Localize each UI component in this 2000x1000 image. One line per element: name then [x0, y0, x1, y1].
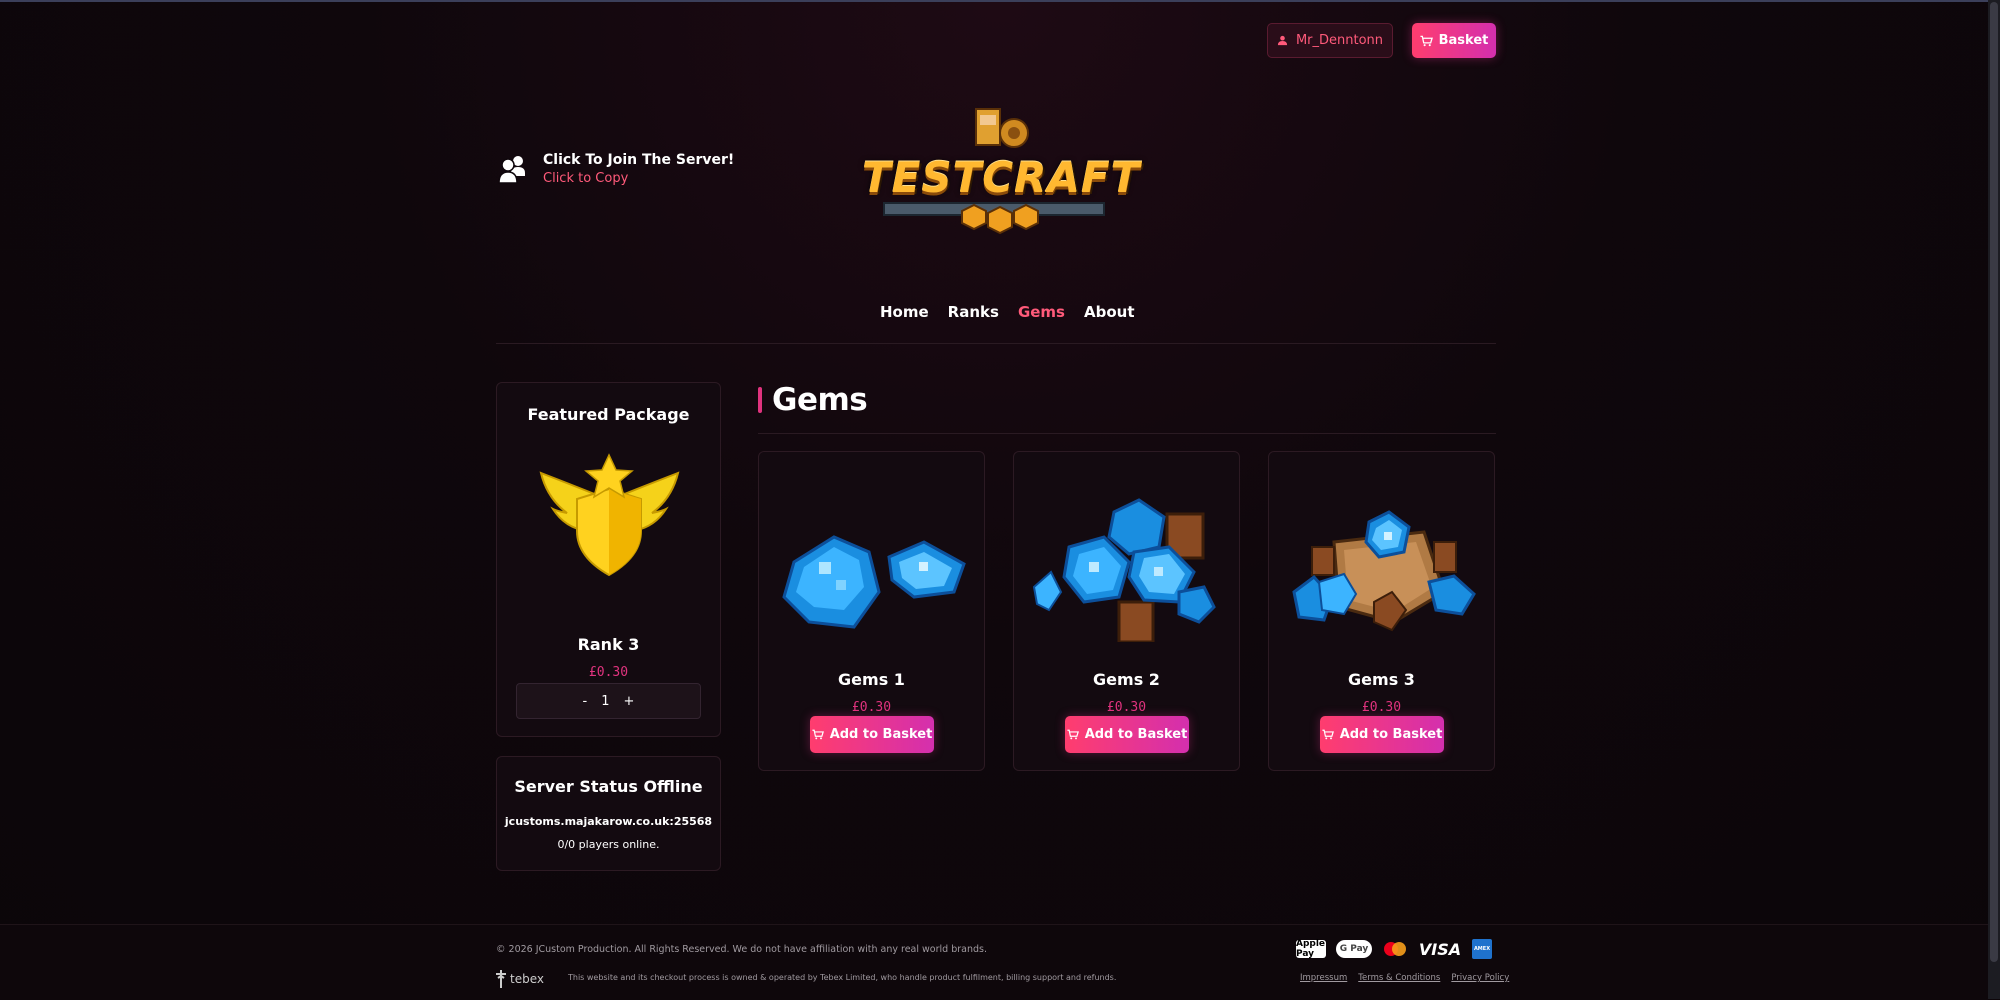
nav-divider: [496, 343, 1496, 344]
product-name: Gems 3: [1348, 670, 1415, 689]
gems-chest-image-icon[interactable]: [1284, 492, 1481, 642]
players-online: 0/0 players online.: [557, 838, 660, 851]
impressum-link[interactable]: Impressum: [1300, 973, 1347, 983]
featured-price: £0.30: [588, 665, 629, 680]
product-price: £0.30: [1361, 700, 1402, 715]
add-to-basket-button[interactable]: Add to Basket: [810, 716, 934, 753]
tebex-icon: [496, 970, 506, 988]
heading-accent-bar: [758, 387, 762, 413]
add-to-basket-button[interactable]: Add to Basket: [1320, 716, 1444, 753]
tebex-logo[interactable]: tebex: [496, 970, 544, 988]
featured-name: Rank 3: [577, 635, 640, 654]
product-card: Gems 2 £0.30 Add to Basket: [1013, 451, 1240, 771]
basket-button[interactable]: Basket: [1412, 23, 1496, 58]
featured-heading: Featured Package: [527, 405, 690, 424]
legal-text: This website and its checkout process is…: [568, 973, 1117, 982]
product-card: Gems 3 £0.30 Add to Basket: [1268, 451, 1495, 771]
copyright-text: © 2026 JCustom Production. All Rights Re…: [496, 944, 987, 955]
join-title: Click To Join The Server!: [543, 152, 735, 168]
qty-increment-button[interactable]: +: [624, 694, 635, 709]
add-to-basket-label: Add to Basket: [829, 727, 933, 742]
product-name: Gems 2: [1093, 670, 1160, 689]
payment-methods: Apple Pay G Pay VISA AMEX: [1296, 939, 1492, 959]
section-heading: Gems: [758, 382, 868, 418]
cart-icon: [1420, 35, 1433, 46]
featured-package-card: Featured Package Rank 3 £0.30 - 1 +: [496, 382, 721, 737]
terms-link[interactable]: Terms & Conditions: [1358, 973, 1440, 983]
nav-ranks[interactable]: Ranks: [948, 303, 999, 321]
server-host: jcustoms.majakarow.co.uk:25568: [504, 815, 713, 828]
logo-text: TESTCRAFT: [862, 153, 1141, 202]
scrollbar-thumb[interactable]: [1990, 2, 1998, 962]
rank-emblem-icon[interactable]: [537, 453, 682, 578]
cart-icon: [812, 729, 824, 740]
nav-about[interactable]: About: [1084, 303, 1135, 321]
site-logo[interactable]: TESTCRAFT: [862, 103, 1141, 243]
tebex-label: tebex: [510, 972, 544, 986]
cart-icon: [1322, 729, 1334, 740]
qty-value: 1: [601, 693, 610, 709]
privacy-link[interactable]: Privacy Policy: [1451, 973, 1509, 983]
copy-ip-link[interactable]: Click to Copy: [543, 171, 734, 186]
players-icon: [498, 156, 525, 184]
product-price: £0.30: [1106, 700, 1147, 715]
nav-gems[interactable]: Gems: [1018, 303, 1065, 321]
qty-decrement-button[interactable]: -: [583, 694, 588, 709]
section-divider: [758, 433, 1496, 434]
username-label: Mr_Denntonn: [1295, 33, 1384, 48]
server-status-title: Server Status Offline: [514, 777, 703, 796]
visa-icon: VISA: [1418, 939, 1462, 959]
google-pay-icon: G Pay: [1336, 940, 1372, 958]
add-to-basket-label: Add to Basket: [1084, 727, 1188, 742]
quantity-stepper[interactable]: - 1 +: [516, 683, 701, 719]
server-status-card: Server Status Offline jcustoms.majakarow…: [496, 756, 721, 871]
footer: © 2026 JCustom Production. All Rights Re…: [0, 924, 1988, 1000]
basket-label: Basket: [1438, 33, 1489, 48]
gems-pile-image-icon[interactable]: [1029, 492, 1226, 642]
account-button[interactable]: Mr_Denntonn: [1267, 23, 1393, 58]
apple-pay-icon: Apple Pay: [1296, 939, 1326, 959]
user-icon: [1277, 35, 1288, 46]
product-price: £0.30: [851, 700, 892, 715]
cart-icon: [1067, 729, 1079, 740]
mastercard-icon: [1382, 940, 1408, 958]
add-to-basket-button[interactable]: Add to Basket: [1065, 716, 1189, 753]
product-name: Gems 1: [838, 670, 905, 689]
nav-home[interactable]: Home: [880, 303, 929, 321]
amex-icon: AMEX: [1472, 939, 1492, 959]
add-to-basket-label: Add to Basket: [1339, 727, 1443, 742]
join-server-widget[interactable]: Click To Join The Server! Click to Copy: [497, 152, 734, 186]
top-border: [0, 0, 2000, 2]
product-card: Gems 1 £0.30 Add to Basket: [758, 451, 985, 771]
footer-links: Impressum Terms & Conditions Privacy Pol…: [1300, 973, 1509, 983]
main-nav: Home Ranks Gems About: [880, 303, 1135, 321]
section-title: Gems: [772, 382, 868, 418]
scrollbar[interactable]: [1988, 0, 2000, 999]
gems-image-icon[interactable]: [774, 492, 971, 642]
